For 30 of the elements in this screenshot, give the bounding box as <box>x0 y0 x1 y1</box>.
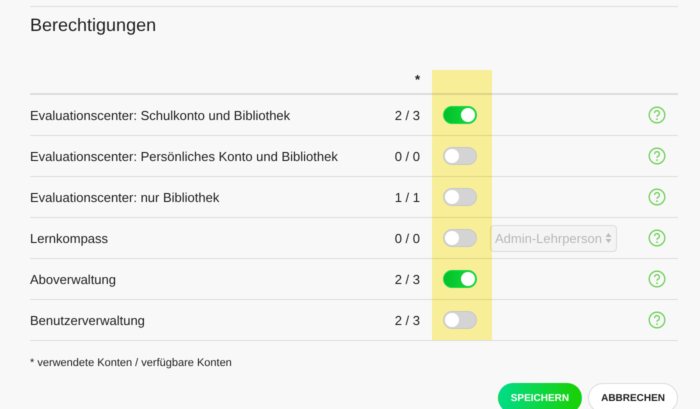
account-count: 0 / 0 <box>394 148 421 164</box>
permission-label: Aboverwaltung <box>30 272 117 286</box>
toggle-switch[interactable] <box>443 229 477 247</box>
footnote: * verwendete Konten / verfügbare Konten <box>30 357 233 369</box>
help-icon[interactable] <box>648 147 666 165</box>
account-count: 0 / 0 <box>394 230 421 246</box>
permission-label: Lernkompass <box>30 230 110 246</box>
stepper-arrows-icon <box>604 232 612 244</box>
permission-label: Evaluationscenter: nur Bibliothek <box>30 190 220 204</box>
permission-label: Evaluationscenter: Persönliches Konto und Bibliothek <box>30 148 339 164</box>
column-header: * <box>414 72 421 89</box>
permission-label: Benutzerverwaltung <box>30 312 146 328</box>
toggle-switch[interactable] <box>443 270 477 288</box>
section-title: Berechtigungen <box>30 15 158 37</box>
toggle-switch[interactable] <box>443 188 477 206</box>
account-count: 2 / 3 <box>394 108 421 122</box>
help-icon[interactable] <box>648 229 666 247</box>
toggle-switch[interactable] <box>443 106 477 124</box>
save-button[interactable]: SPEICHERN <box>498 383 582 409</box>
help-icon[interactable] <box>648 270 666 288</box>
permission-label: Evaluationscenter: Schulkonto und Bibliothek <box>30 108 292 122</box>
help-icon[interactable] <box>648 106 666 124</box>
account-count: 2 / 3 <box>394 272 421 286</box>
account-count: 2 / 3 <box>394 312 421 328</box>
account-count: 1 / 1 <box>394 190 421 204</box>
cancel-button[interactable]: ABBRECHEN <box>588 383 678 409</box>
help-icon[interactable] <box>648 311 666 329</box>
help-icon[interactable] <box>648 188 666 206</box>
toggle-switch[interactable] <box>443 147 477 165</box>
toggle-switch[interactable] <box>443 311 477 329</box>
